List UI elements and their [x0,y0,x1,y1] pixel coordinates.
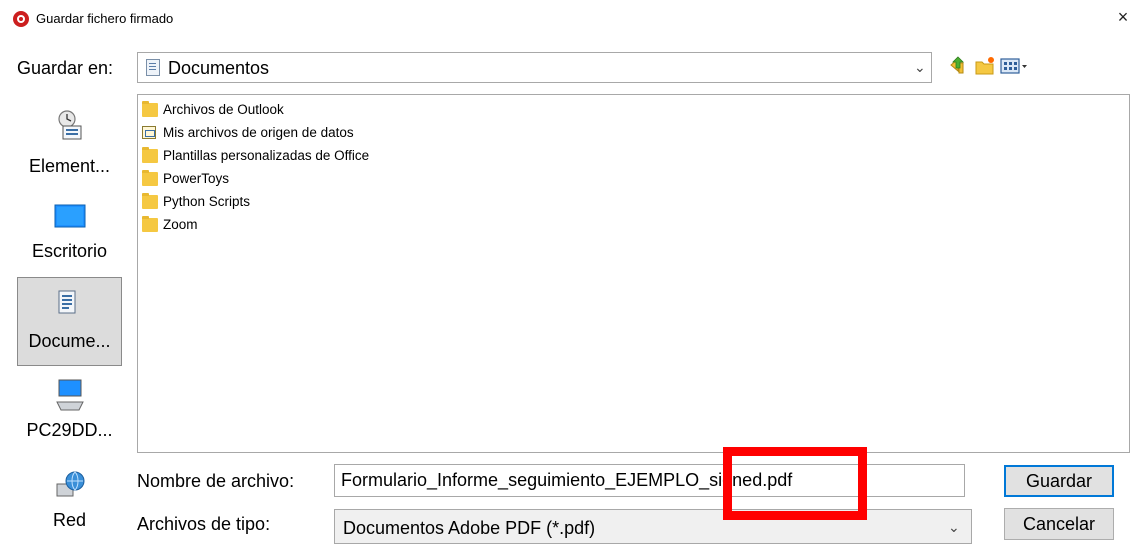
cancel-button[interactable]: Cancelar [1004,508,1114,540]
file-type-label: Archivos de tipo: [137,514,271,534]
desktop-icon [54,204,86,228]
place-label: PC29DD... [26,420,113,440]
folder-icon [142,147,158,163]
file-name: Python Scripts [163,194,251,209]
highlight-annotation-box [723,447,867,520]
folder-icon [142,170,158,186]
place-elements[interactable]: Element... [17,110,122,190]
file-name-label: Nombre de archivo: [137,471,295,491]
views-menu-icon[interactable] [1000,57,1028,75]
place-label: Element... [28,156,111,176]
place-documents[interactable]: Docume... [17,277,122,366]
place-network[interactable]: Red [17,470,122,535]
window-title: Guardar fichero firmado [36,11,174,26]
up-folder-icon[interactable] [948,56,968,76]
file-name: Archivos de Outlook [163,102,284,117]
chevron-down-icon: ⌄ [948,519,960,535]
documents-icon [58,290,76,314]
recent-places-icon [58,110,82,140]
folder-icon [142,216,158,232]
file-name-input[interactable] [334,464,965,497]
close-button[interactable]: × [1114,7,1132,28]
documents-folder-icon [146,59,160,76]
folder-icon [142,193,158,209]
app-logo-icon [13,11,29,27]
new-folder-icon[interactable] [974,56,996,76]
place-label: Escritorio [31,241,107,261]
save-in-label: Guardar en: [17,58,114,78]
place-desktop[interactable]: Escritorio [17,203,122,273]
folder-icon [142,101,158,117]
place-label: Docume... [28,331,111,351]
place-label: Red [52,510,87,530]
save-in-dropdown[interactable]: Documentos ⌄ [137,52,932,83]
chevron-down-icon: ⌄ [914,59,926,75]
place-this-pc[interactable]: PC29DD... [17,378,122,453]
file-name: Zoom [163,217,198,232]
file-type-value: Documentos Adobe PDF (*.pdf) [343,518,596,538]
file-list[interactable]: Archivos de Outlook Mis archivos de orig… [137,94,1130,453]
file-name: Mis archivos de origen de datos [163,125,354,140]
save-button[interactable]: Guardar [1004,465,1114,497]
file-type-dropdown[interactable]: Documentos Adobe PDF (*.pdf) ⌄ [334,509,972,544]
save-in-value: Documentos [168,58,270,78]
computer-icon [56,379,84,411]
file-name: PowerToys [163,171,230,186]
data-source-folder-icon [142,126,156,139]
network-globe-icon [56,471,85,497]
file-name: Plantillas personalizadas de Office [163,148,370,163]
